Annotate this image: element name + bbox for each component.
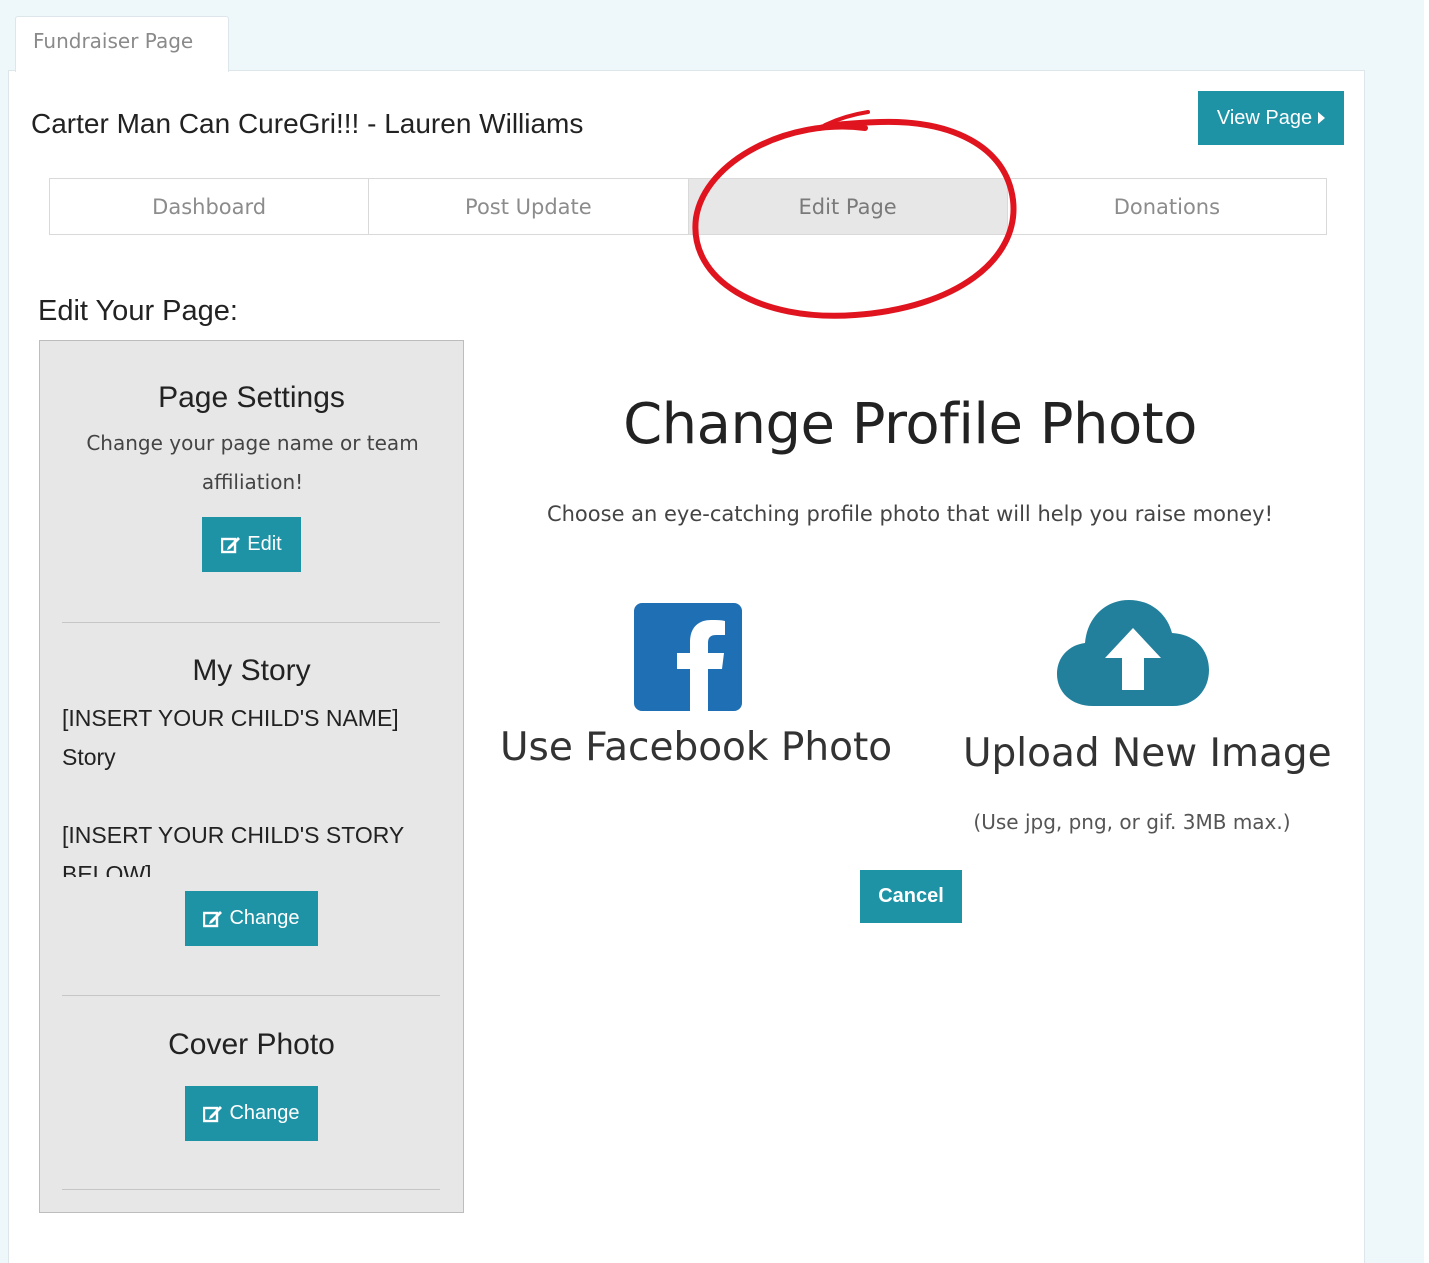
tab-edit-page[interactable]: Edit Page bbox=[688, 179, 1008, 234]
page-title: Carter Man Can CureGri!!! - Lauren Willi… bbox=[31, 108, 584, 139]
upload-new-image-label: Upload New Image bbox=[963, 731, 1332, 776]
upload-hint: (Use jpg, png, or gif. 3MB max.) bbox=[973, 810, 1291, 834]
cancel-button[interactable]: Cancel bbox=[860, 870, 962, 923]
caret-right-icon bbox=[1318, 112, 1326, 124]
view-page-button[interactable]: View Page bbox=[1198, 91, 1344, 145]
edit-icon bbox=[221, 536, 241, 553]
use-facebook-photo-option[interactable]: Use Facebook Photo bbox=[495, 600, 892, 780]
edit-button-label: Edit bbox=[247, 533, 282, 555]
change-profile-photo-subtitle: Choose an eye-catching profile photo tha… bbox=[546, 502, 1274, 526]
tab-donations[interactable]: Donations bbox=[1007, 179, 1326, 234]
edit-your-page-heading: Edit Your Page: bbox=[38, 295, 238, 327]
change-button-label: Change bbox=[229, 907, 300, 929]
sidebar-divider bbox=[62, 995, 440, 996]
story-line: Story bbox=[62, 744, 116, 770]
my-story-title: My Story bbox=[192, 654, 311, 687]
view-page-label: View Page bbox=[1216, 106, 1313, 129]
cloud-upload-icon bbox=[1057, 600, 1209, 706]
facebook-icon bbox=[634, 603, 742, 711]
subnav: Dashboard Post Update Edit Page Donation… bbox=[49, 178, 1327, 235]
sidebar-divider bbox=[62, 1189, 440, 1190]
page-settings-edit-button[interactable]: Edit bbox=[202, 517, 301, 572]
use-facebook-photo-label: Use Facebook Photo bbox=[500, 725, 893, 770]
story-line: [INSERT YOUR CHILD'S NAME] bbox=[62, 705, 399, 731]
tab-dashboard[interactable]: Dashboard bbox=[50, 179, 370, 234]
story-line: [INSERT YOUR CHILD'S STORY bbox=[62, 822, 405, 848]
story-line bbox=[62, 777, 442, 816]
story-line: BELOW] bbox=[62, 861, 152, 877]
tab-post-update[interactable]: Post Update bbox=[369, 179, 689, 234]
page-settings-text: Change your page name or team affiliatio… bbox=[86, 431, 419, 494]
my-story-change-button[interactable]: Change bbox=[185, 891, 318, 946]
sidebar-divider bbox=[62, 622, 440, 623]
change-button-label: Change bbox=[229, 1102, 300, 1124]
edit-sidebar: Page Settings Change your page name or t… bbox=[39, 340, 464, 1213]
page-settings-title: Page Settings bbox=[158, 381, 345, 414]
upload-new-image-option[interactable]: Upload New Image bbox=[955, 598, 1332, 783]
change-profile-photo-title: Change Profile Photo bbox=[623, 392, 1197, 457]
fundraiser-page-tab[interactable]: Fundraiser Page bbox=[15, 16, 229, 72]
my-story-preview: [INSERT YOUR CHILD'S NAME] Story [INSERT… bbox=[62, 699, 442, 877]
cover-photo-change-button[interactable]: Change bbox=[185, 1086, 318, 1141]
edit-icon bbox=[203, 910, 223, 927]
edit-icon bbox=[203, 1105, 223, 1122]
cover-photo-title: Cover Photo bbox=[168, 1028, 335, 1061]
